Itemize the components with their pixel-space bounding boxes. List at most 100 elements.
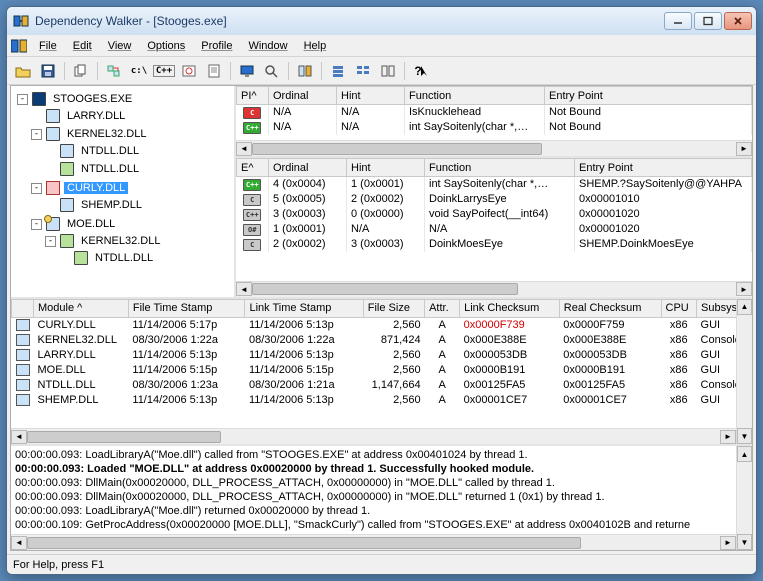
log-line: 00:00:00.109: GetProcAddress(0x00020000 … [15,518,734,532]
menu-edit[interactable]: Edit [65,38,100,54]
col-realchecksum[interactable]: Real Checksum [559,299,661,317]
tool-find[interactable] [260,60,284,82]
log-pane[interactable]: 00:00:00.093: LoadLibraryA("Moe.dll") ca… [11,446,752,550]
tree-node-ntdll-dup[interactable]: NTDLL.DLL [78,163,142,175]
col-filetimestamp[interactable]: File Time Stamp [128,299,245,317]
tree-node-shemp[interactable]: SHEMP.DLL [78,199,145,211]
tree-collapse-icon[interactable]: - [31,183,42,194]
col-pi[interactable]: PI^ [237,87,269,105]
tool-undecorate[interactable]: C++ [152,60,176,82]
tree-node-stooges[interactable]: STOOGES.EXE [50,93,135,105]
import-row[interactable]: CN/AN/AIsKnuckleheadNot Bound [237,105,752,120]
export-row[interactable]: O#1 (0x0001)N/AN/A0x00001020 [237,222,752,237]
export-row[interactable]: C5 (0x0005)2 (0x0002)DoinkLarrysEye0x000… [237,192,752,207]
maximize-button[interactable] [694,12,722,30]
dll-icon [60,144,74,158]
tool-fullpaths[interactable]: c:\ [127,60,151,82]
app-window: Dependency Walker - [Stooges.exe] File E… [6,6,757,575]
tree-node-kernel32-dup[interactable]: KERNEL32.DLL [78,235,164,247]
hscrollbar[interactable]: ◄► [236,281,752,297]
dll-icon [60,198,74,212]
menu-profile[interactable]: Profile [193,38,240,54]
module-icon [16,379,30,391]
tree-collapse-icon[interactable]: - [45,236,56,247]
col-linkchecksum[interactable]: Link Checksum [460,299,560,317]
mdi-icon[interactable] [11,38,27,54]
close-button[interactable] [724,12,752,30]
module-row[interactable]: CURLY.DLL11/14/2006 5:17p11/14/2006 5:13… [12,317,752,332]
func-type-icon: C++ [243,122,261,134]
module-row[interactable]: LARRY.DLL11/14/2006 5:13p11/14/2006 5:13… [12,347,752,362]
module-row[interactable]: MOE.DLL11/14/2006 5:15p11/14/2006 5:15p2… [12,362,752,377]
menu-view[interactable]: View [100,38,140,54]
dll-dup-icon [74,251,88,265]
tool-open[interactable] [11,60,35,82]
tree-collapse-icon[interactable]: - [17,94,28,105]
tool-prev[interactable] [326,60,350,82]
tool-clear[interactable] [376,60,400,82]
exports-grid[interactable]: E^ Ordinal Hint Function Entry Point C++… [236,158,752,297]
tool-sysinfo[interactable] [235,60,259,82]
tool-save[interactable] [36,60,60,82]
tree-node-larry[interactable]: LARRY.DLL [64,110,128,122]
tool-copy[interactable] [69,60,93,82]
tool-viewer[interactable] [177,60,201,82]
col-ordinal[interactable]: Ordinal [269,87,337,105]
col-linktimestamp[interactable]: Link Time Stamp [245,299,363,317]
menu-file[interactable]: File [31,38,65,54]
hscrollbar[interactable]: ◄► [11,534,736,550]
tool-autoexpand[interactable] [102,60,126,82]
log-line: 00:00:00.093: DllMain(0x00020000, DLL_PR… [15,490,734,504]
imports-grid[interactable]: PI^ Ordinal Hint Function Entry Point CN… [236,86,752,158]
module-tree[interactable]: - STOOGES.EXE LARRY.DLL - KERNEL32.DLL NTD… [11,86,236,297]
module-icon [16,394,30,406]
dll-delay-icon [46,217,60,231]
vscrollbar[interactable]: ▲▼ [736,446,752,550]
tree-node-curly[interactable]: CURLY.DLL [64,182,128,194]
col-cpu[interactable]: CPU [661,299,697,317]
tree-node-kernel32[interactable]: KERNEL32.DLL [64,128,150,140]
titlebar[interactable]: Dependency Walker - [Stooges.exe] [7,7,756,35]
col-function[interactable]: Function [425,159,575,177]
func-type-icon: C [243,107,261,119]
col-filesize[interactable]: File Size [363,299,424,317]
tree-node-ntdll[interactable]: NTDLL.DLL [78,145,142,157]
tree-collapse-icon[interactable]: - [31,129,42,140]
hscrollbar[interactable]: ◄► [236,140,752,156]
menu-window[interactable]: Window [240,38,295,54]
tool-next[interactable] [351,60,375,82]
func-type-icon: C++ [243,179,261,191]
export-row[interactable]: C++3 (0x0003)0 (0x0000)void SayPoifect(_… [237,207,752,222]
menu-help[interactable]: Help [296,38,335,54]
menu-options[interactable]: Options [139,38,193,54]
col-ordinal[interactable]: Ordinal [269,159,347,177]
hscrollbar[interactable]: ◄► [11,428,736,444]
tree-collapse-icon[interactable]: - [31,219,42,230]
import-row[interactable]: C++N/AN/Aint SaySoitenly(char *,…Not Bou… [237,120,752,135]
col-module[interactable]: Module ^ [34,299,129,317]
module-row[interactable]: KERNEL32.DLL08/30/2006 1:22a08/30/2006 1… [12,332,752,347]
tool-configure[interactable] [293,60,317,82]
tool-help[interactable]: ? [409,60,433,82]
col-entrypoint[interactable]: Entry Point [545,87,752,105]
dll-error-icon [46,181,60,195]
col-hint[interactable]: Hint [347,159,425,177]
export-row[interactable]: C++4 (0x0004)1 (0x0001)int SaySoitenly(c… [237,177,752,192]
col-e[interactable]: E^ [237,159,269,177]
tree-node-moe[interactable]: MOE.DLL [64,218,118,230]
toolbar: c:\ C++ ? [7,57,756,85]
modules-grid[interactable]: Module ^ File Time Stamp Link Time Stamp… [11,299,752,447]
module-row[interactable]: NTDLL.DLL08/30/2006 1:23a08/30/2006 1:21… [12,377,752,392]
minimize-button[interactable] [664,12,692,30]
col-attr[interactable]: Attr. [425,299,460,317]
tree-node-ntdll-dup2[interactable]: NTDLL.DLL [92,252,156,264]
log-line: 00:00:00.093: Loaded "MOE.DLL" at addres… [15,462,734,476]
col-function[interactable]: Function [405,87,545,105]
col-entrypoint[interactable]: Entry Point [575,159,752,177]
tool-properties[interactable] [202,60,226,82]
export-row[interactable]: C2 (0x0002)3 (0x0003)DoinkMoesEyeSHEMP.D… [237,237,752,252]
col-icon[interactable] [12,299,34,317]
vscrollbar[interactable]: ▲▼ [736,299,752,445]
module-row[interactable]: SHEMP.DLL11/14/2006 5:13p11/14/2006 5:13… [12,392,752,407]
col-hint[interactable]: Hint [337,87,405,105]
